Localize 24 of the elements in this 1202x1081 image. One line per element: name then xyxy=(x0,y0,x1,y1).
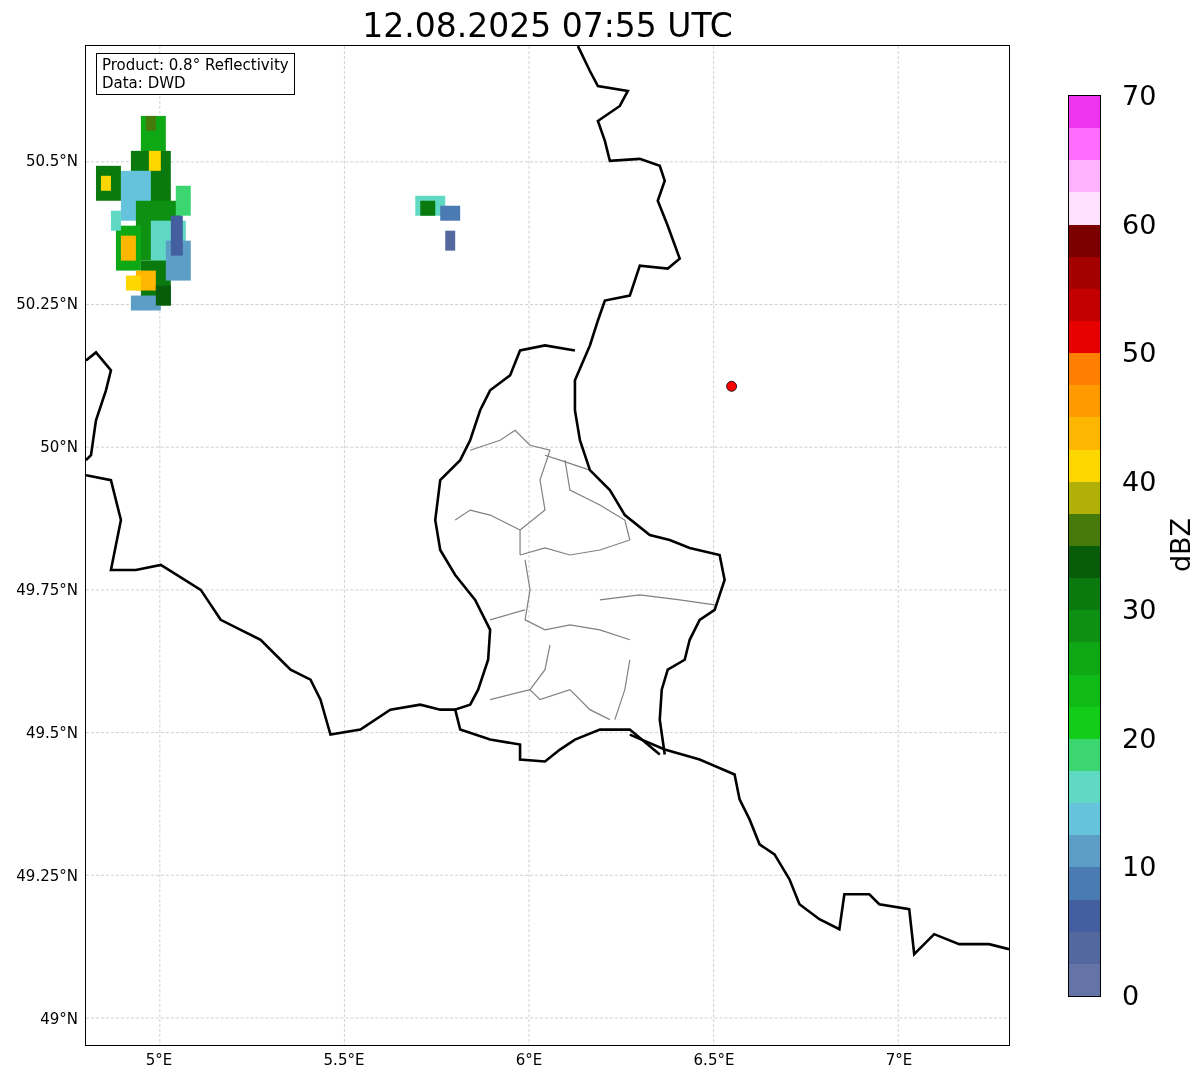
axis-tick-label: 49.75°N xyxy=(15,581,78,599)
axis-tick-label: 50.25°N xyxy=(15,295,78,313)
axis-tick-label: 50°N xyxy=(39,438,78,456)
colorbar-tick-label: 30 xyxy=(1122,595,1157,626)
axis-tick-label: 49°N xyxy=(39,1010,78,1028)
axis-tick-label: 5°E xyxy=(144,1050,174,1071)
axis-tick-label: 6.5°E xyxy=(692,1050,736,1071)
colorbar-tick-label: 20 xyxy=(1122,723,1157,754)
axis-tick-label: 5.5°E xyxy=(322,1050,366,1071)
axis-tick-label: 49.5°N xyxy=(24,724,78,742)
colorbar-tick-label: 50 xyxy=(1122,338,1157,369)
colorbar-tick-label: 60 xyxy=(1122,209,1157,240)
colorbar-tick-label: 10 xyxy=(1122,852,1157,883)
axis-tick-label: 6°E xyxy=(514,1050,544,1071)
legend-text: Data: DWD xyxy=(102,74,187,92)
axis-tick-label: 50.5°N xyxy=(24,152,78,170)
colorbar-tick-label: 0 xyxy=(1122,981,1140,1011)
colorbar-tick-label: 40 xyxy=(1122,466,1157,497)
chart-title: 12.08.2025 07:55 UTC xyxy=(361,5,734,47)
axis-tick-label: 49.25°N xyxy=(15,867,78,885)
legend-text: Product: 0.8° Reflectivity xyxy=(102,56,289,74)
colorbar-label: dBZ xyxy=(1166,516,1196,575)
axis-tick-label: 7°E xyxy=(884,1050,914,1071)
colorbar-tick-label: 70 xyxy=(1122,81,1157,111)
